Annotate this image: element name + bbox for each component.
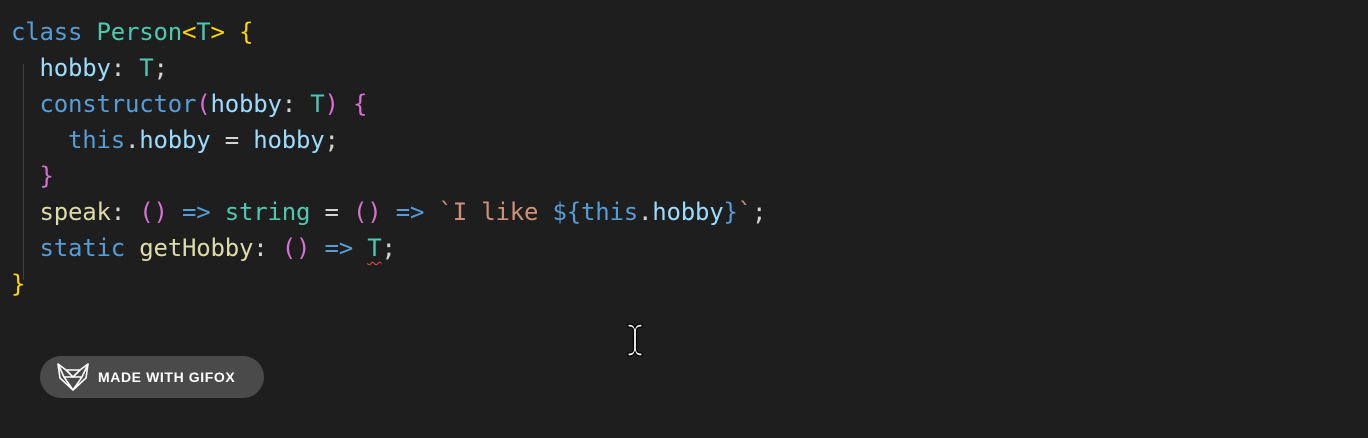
type-ref: T: [310, 90, 325, 118]
semicolon: ;: [381, 234, 396, 262]
keyword-static: static: [39, 234, 126, 262]
property-hobby: hobby: [139, 126, 211, 154]
made-with-gifox-badge[interactable]: MADE WITH GIFOX: [40, 356, 264, 398]
arrow: =>: [324, 234, 354, 262]
code-line-1: class Person<T> {: [11, 14, 766, 50]
interpolation-close: }: [723, 198, 738, 226]
code-line-8: }: [11, 266, 766, 302]
colon: :: [110, 54, 125, 82]
interpolation-open: ${: [552, 198, 582, 226]
method-gethobby: getHobby: [139, 234, 254, 262]
generic-open: <: [182, 18, 197, 46]
constructor-open-brace: {: [353, 90, 368, 118]
template-string-end: `: [737, 198, 752, 226]
fox-icon: [57, 363, 89, 391]
generic-close: >: [210, 18, 225, 46]
colon: :: [110, 198, 125, 226]
class-close-brace: }: [11, 270, 26, 298]
property-hobby: hobby: [652, 198, 724, 226]
class-name: Person: [96, 18, 183, 46]
colon: :: [253, 234, 268, 262]
keyword-this: this: [68, 126, 125, 154]
semicolon: ;: [153, 54, 168, 82]
dot: .: [125, 126, 140, 154]
param-hobby: hobby: [210, 90, 282, 118]
colon: :: [281, 90, 296, 118]
code-line-4: this.hobby = hobby;: [11, 122, 766, 158]
property-hobby: hobby: [39, 54, 111, 82]
value-hobby: hobby: [253, 126, 325, 154]
paren-close: ): [324, 90, 339, 118]
type-param: T: [196, 18, 211, 46]
type-string: string: [224, 198, 311, 226]
paren-open: (: [196, 90, 211, 118]
keyword-constructor: constructor: [39, 90, 197, 118]
equals: =: [224, 126, 239, 154]
code-editor[interactable]: class Person<T> { hobby: T; constructor(…: [11, 14, 766, 302]
arrow: =>: [182, 198, 211, 226]
semicolon: ;: [324, 126, 339, 154]
code-line-7: static getHobby: () => T;: [11, 230, 766, 266]
keyword-this: this: [581, 198, 638, 226]
arrow: =>: [395, 198, 425, 226]
dot: .: [638, 198, 653, 226]
constructor-close-brace: }: [39, 162, 54, 190]
badge-label: MADE WITH GIFOX: [98, 369, 236, 385]
equals: =: [324, 198, 339, 226]
code-line-5: }: [11, 158, 766, 194]
keyword-class: class: [11, 18, 83, 46]
code-line-2: hobby: T;: [11, 50, 766, 86]
type-ref: T: [139, 54, 154, 82]
parens: (): [353, 198, 382, 226]
text-cursor-icon: [626, 322, 644, 358]
type-ref-error[interactable]: T: [367, 234, 381, 262]
parens: (): [139, 198, 168, 226]
parens: (): [281, 234, 311, 262]
template-string-start: `I like: [438, 198, 553, 226]
code-line-3: constructor(hobby: T) {: [11, 86, 766, 122]
method-speak: speak: [39, 198, 111, 226]
class-open-brace: {: [239, 18, 254, 46]
semicolon: ;: [752, 198, 767, 226]
code-line-6: speak: () => string = () => `I like ${th…: [11, 194, 767, 230]
